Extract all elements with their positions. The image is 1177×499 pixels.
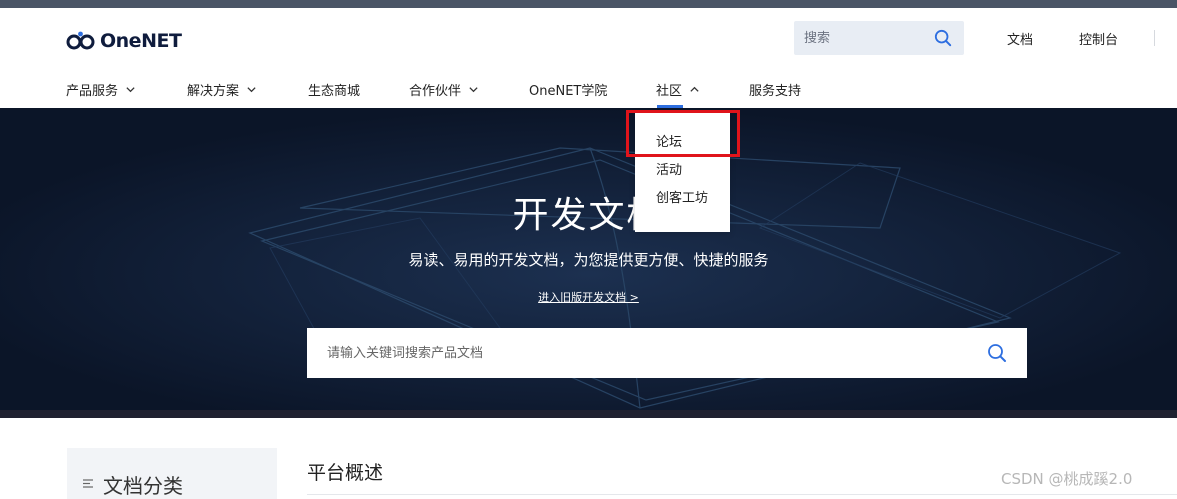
- site-header: OneNET 文档 控制台 产品服务 解决方案 生态商城 合作伙伴 OneNET…: [0, 8, 1177, 108]
- doc-search-input[interactable]: [307, 328, 967, 378]
- sidebar-title: 文档分类: [103, 474, 183, 498]
- header-divider: [1154, 30, 1155, 46]
- nav-item-label: OneNET学院: [529, 84, 608, 99]
- header-search-input[interactable]: [794, 21, 924, 55]
- nav-item-label: 合作伙伴: [409, 84, 462, 99]
- content-divider: [307, 494, 1177, 495]
- chevron-down-icon: [126, 87, 135, 93]
- nav-item-partners[interactable]: 合作伙伴: [409, 80, 479, 99]
- nav-item-solutions[interactable]: 解决方案: [187, 80, 257, 99]
- header-search: [794, 21, 964, 55]
- nav-item-label: 解决方案: [187, 84, 240, 99]
- search-icon[interactable]: [987, 343, 1007, 363]
- onenet-logo[interactable]: OneNET: [66, 28, 182, 54]
- nav-item-ecosystem-mall[interactable]: 生态商城: [308, 80, 360, 99]
- nav-item-academy[interactable]: OneNET学院: [529, 80, 607, 99]
- docs-link[interactable]: 文档: [1007, 29, 1033, 48]
- list-icon: [83, 479, 93, 488]
- doc-search-bar: [307, 328, 1027, 378]
- nav-item-community[interactable]: 社区: [656, 80, 700, 99]
- nav-item-label: 服务支持: [749, 84, 802, 99]
- top-strip: [0, 0, 1177, 8]
- console-link[interactable]: 控制台: [1079, 29, 1118, 48]
- chevron-down-icon: [469, 87, 478, 93]
- hero-bottom-band: [0, 410, 1177, 418]
- nav-item-support[interactable]: 服务支持: [749, 80, 801, 99]
- hero-subtitle: 易读、易用的开发文档，为您提供更方便、快捷的服务: [408, 251, 769, 269]
- chevron-up-icon: [690, 86, 699, 92]
- content-title: 平台概述: [307, 462, 384, 484]
- forum-highlight-box: [626, 110, 740, 157]
- nav-item-products[interactable]: 产品服务: [66, 80, 136, 99]
- hero-title: 开发文档: [512, 195, 665, 236]
- doc-category-sidebar: 文档分类: [67, 448, 277, 499]
- hero-banner: 开发文档 易读、易用的开发文档，为您提供更方便、快捷的服务 进入旧版开发文档 >: [0, 108, 1177, 410]
- onenet-logo-icon: [66, 31, 95, 50]
- chevron-down-icon: [247, 87, 256, 93]
- csdn-watermark: CSDN @桃成蹊2.0: [1001, 470, 1133, 488]
- old-docs-link[interactable]: 进入旧版开发文档 >: [0, 289, 1177, 305]
- nav-item-label: 生态商城: [308, 84, 361, 99]
- logo-text: OneNET: [100, 30, 182, 52]
- main-nav: 产品服务 解决方案 生态商城 合作伙伴 OneNET学院 社区 服务支持: [0, 76, 1177, 108]
- nav-item-label: 社区: [656, 84, 683, 99]
- dropdown-item-maker-workshop[interactable]: 创客工坊: [656, 187, 708, 206]
- nav-item-label: 产品服务: [66, 84, 119, 99]
- dropdown-item-events[interactable]: 活动: [656, 159, 682, 178]
- search-icon[interactable]: [934, 29, 952, 47]
